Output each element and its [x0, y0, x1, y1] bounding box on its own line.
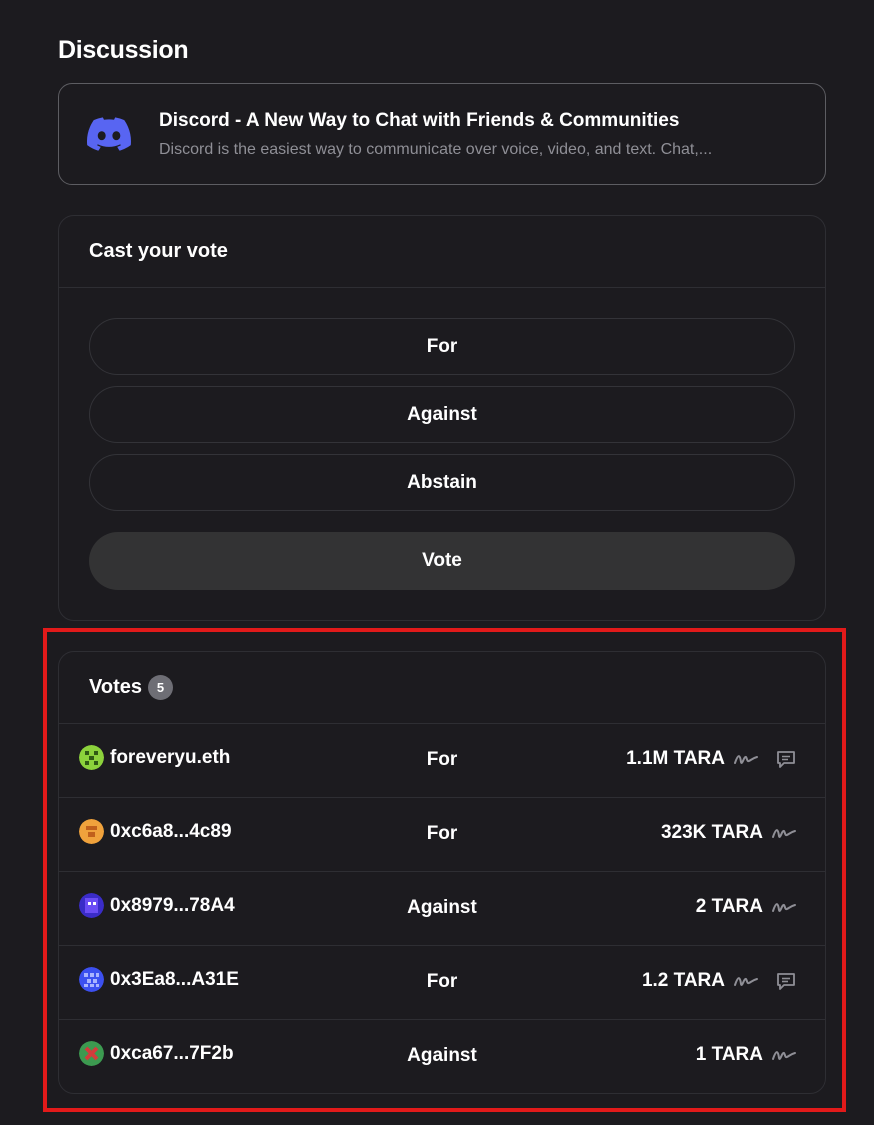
discussion-link-title: Discord - A New Way to Chat with Friends…	[159, 109, 680, 131]
highlight-annotation-box	[43, 628, 846, 1112]
choice-against-button[interactable]: Against	[89, 386, 795, 443]
cast-vote-panel: Cast your vote For Against Abstain Vote	[58, 215, 826, 621]
cast-vote-title: Cast your vote	[59, 216, 825, 288]
discussion-link-description: Discord is the easiest way to communicat…	[159, 140, 713, 158]
choice-abstain-button[interactable]: Abstain	[89, 454, 795, 511]
discord-logo-icon	[87, 117, 131, 151]
discussion-link-card[interactable]: Discord - A New Way to Chat with Friends…	[58, 83, 826, 185]
choice-for-button[interactable]: For	[89, 318, 795, 375]
vote-submit-button[interactable]: Vote	[89, 532, 795, 590]
discussion-title: Discussion	[58, 36, 189, 64]
